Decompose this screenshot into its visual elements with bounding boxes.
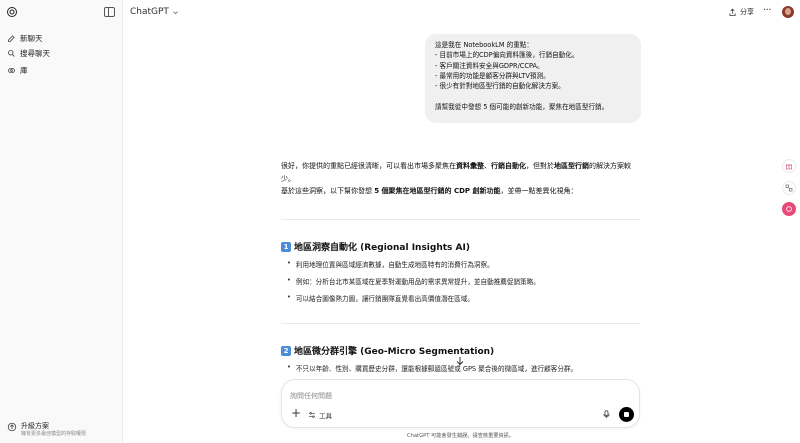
- translate-icon[interactable]: [782, 181, 796, 195]
- stop-generation-button[interactable]: [619, 407, 634, 422]
- sidebar-item-label: 新聊天: [20, 33, 43, 43]
- section-title: 地區洞察自動化 (Regional Insights AI): [294, 243, 470, 253]
- divider: [281, 323, 640, 324]
- gift-icon[interactable]: [782, 159, 796, 173]
- assistant-extension-icon[interactable]: [782, 202, 796, 216]
- upgrade-subtitle: 擁有更多最佳模型的存取權限: [21, 431, 87, 437]
- edit-icon: [8, 34, 15, 42]
- bold-span: 地區型行銷: [554, 162, 589, 170]
- user-message-line: - 目前市場上的CDP偏向資料匯後，行銷自動化。: [435, 51, 579, 60]
- list-item: 可以結合圖像熱力圖，讓行銷團隊直覺看出高價值潛在區域。: [287, 293, 474, 303]
- sidebar-toggle-icon[interactable]: [104, 7, 115, 17]
- upgrade-icon: [7, 422, 17, 432]
- more-options-icon[interactable]: ···: [763, 6, 775, 17]
- divider: [281, 219, 640, 220]
- library-icon: [8, 67, 15, 73]
- assistant-message: 很好，你提供的重點已經很清晰，可以看出市場多聚焦在資料彙整、行銷自動化，但對於地…: [281, 160, 641, 198]
- sliders-icon: [309, 412, 315, 418]
- list-item: 例如：分析台北市某區域在夏季對運動用品的需求異常提升，並自動推薦促銷策略。: [287, 276, 540, 286]
- section-heading: 1 地區洞察自動化 (Regional Insights AI): [281, 240, 470, 253]
- text-span: 、: [484, 162, 491, 170]
- user-message-line: - 最常用的功能是顧客分群與LTV預測。: [435, 71, 550, 80]
- text-span: 基於這些洞察，以下幫你發想: [281, 187, 375, 195]
- share-icon: [729, 8, 736, 16]
- text-span: 很好，你提供的重點已經很清晰，可以看出市場多聚焦在: [281, 162, 456, 170]
- avatar[interactable]: [782, 6, 794, 18]
- tools-label: 工具: [319, 412, 332, 420]
- chevron-down-icon: [173, 10, 178, 14]
- disclaimer-text: ChatGPT 可能會發生錯誤。請查核重要資訊。: [406, 433, 515, 439]
- bold-span: 行銷自動化: [491, 162, 526, 170]
- user-message-line: 這是我在 NotebookLM 的重點：: [435, 41, 533, 49]
- tools-button[interactable]: 工具: [308, 410, 332, 420]
- user-message-line: - 客戶關注資料安全與GDPR/CCPA。: [435, 61, 544, 70]
- model-name: ChatGPT: [130, 7, 169, 17]
- prompt-input[interactable]: [290, 390, 620, 402]
- scroll-to-bottom-icon[interactable]: [454, 355, 466, 367]
- user-message-line: 請幫我從中發想 5 個可能的創新功能，聚焦在地區型行銷。: [435, 102, 609, 111]
- user-message-line: [435, 91, 631, 101]
- keycap-number-icon: 1: [281, 241, 291, 252]
- add-attachment-icon[interactable]: +: [291, 407, 301, 419]
- assistant-intro-paragraph: 很好，你提供的重點已經很清晰，可以看出市場多聚焦在資料彙整、行銷自動化，但對於地…: [281, 160, 641, 185]
- user-message-line: - 很少有針對地區型行銷的自動化解決方案。: [435, 82, 565, 91]
- bold-span: 資料彙整: [456, 162, 484, 170]
- share-label: 分享: [740, 8, 754, 16]
- list-item-text: 可以結合圖像熱力圖，讓行銷團隊直覺看出高價值潛在區域。: [295, 295, 474, 303]
- list-item-text: 例如：分析台北市某區域在夏季對運動用品的需求異常提升，並自動推薦促銷策略。: [295, 278, 540, 286]
- list-item-text: 利用地理位置與區域經濟數據，自動生成地區特有的消費行為洞察。: [295, 261, 494, 269]
- text-span: ，並帶一點差異化視角：: [500, 187, 578, 195]
- microphone-icon[interactable]: [602, 409, 611, 420]
- share-button[interactable]: 分享: [728, 7, 754, 17]
- text-span: ，但對於: [526, 162, 554, 170]
- sidebar-item-new-chat[interactable]: 新聊天: [4, 31, 118, 45]
- user-message-bubble: 這是我在 NotebookLM 的重點： - 目前市場上的CDP偏向資料匯後，行…: [425, 34, 641, 123]
- assistant-lead-paragraph: 基於這些洞察，以下幫你發想 5 個聚焦在地區型行銷的 CDP 創新功能，並帶一點…: [281, 185, 641, 198]
- list-item-text: 不只以年齡、性別、購買歷史分群，還能根據郵遞區號或 GPS 聚合後的微區域，進行…: [295, 365, 578, 373]
- search-icon: [8, 49, 15, 57]
- sidebar-header: [0, 0, 123, 26]
- sidebar: 新聊天 搜尋聊天 庫 升級方案 擁有更多最佳模型的存取權限: [0, 0, 123, 443]
- bold-span: 5 個聚焦在地區型行銷的 CDP 創新功能: [374, 187, 501, 195]
- model-selector[interactable]: ChatGPT: [130, 7, 179, 17]
- list-item: 利用地理位置與區域經濟數據，自動生成地區特有的消費行為洞察。: [287, 259, 494, 269]
- sidebar-item-label: 庫: [20, 65, 28, 75]
- sidebar-item-search-chats[interactable]: 搜尋聊天: [4, 46, 118, 60]
- sidebar-item-library[interactable]: 庫: [4, 63, 118, 77]
- openai-logo-icon[interactable]: [6, 6, 18, 18]
- upgrade-plan-button[interactable]: 升級方案 擁有更多最佳模型的存取權限: [4, 419, 118, 441]
- list-item: 不只以年齡、性別、購買歷史分群，還能根據郵遞區號或 GPS 聚合後的微區域，進行…: [287, 363, 577, 373]
- keycap-number-icon: 2: [281, 345, 291, 356]
- sidebar-item-label: 搜尋聊天: [20, 48, 50, 58]
- top-bar: ChatGPT 分享 ···: [123, 0, 800, 28]
- composer: + 工具: [281, 379, 640, 428]
